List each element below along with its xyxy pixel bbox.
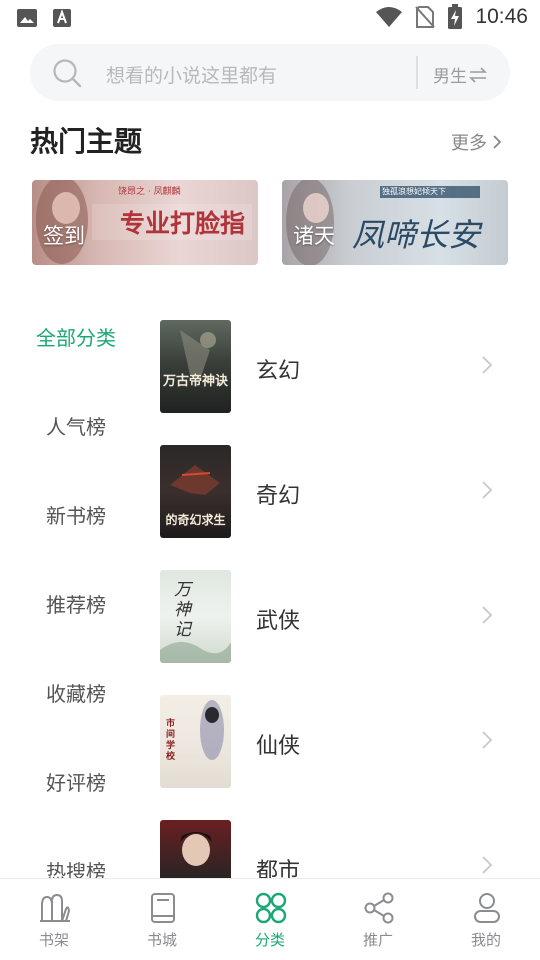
menu-item-top-rated[interactable]: 好评榜 bbox=[0, 767, 152, 796]
status-bar: 10:46 bbox=[0, 0, 540, 36]
tab-label: 分类 bbox=[254, 931, 285, 949]
book-cover: 万神记 bbox=[160, 570, 231, 663]
bookshelf-icon bbox=[40, 894, 70, 922]
category-label: 奇幻 bbox=[256, 484, 301, 509]
category-label: 仙侠 bbox=[256, 734, 301, 759]
section-title-hot-topics: 热门主题 bbox=[30, 125, 143, 158]
tab-category[interactable]: 分类 bbox=[216, 879, 324, 960]
search-icon bbox=[53, 59, 82, 88]
menu-item-favorites[interactable]: 收藏榜 bbox=[0, 678, 152, 707]
banner-label: 诸天 bbox=[293, 224, 335, 248]
category-row-xuanhuan[interactable]: 万古帝神诀 玄幻 bbox=[160, 320, 520, 414]
gender-toggle-label: 男生 bbox=[433, 67, 467, 87]
category-row-qihuan[interactable]: 的奇幻求生 奇幻 bbox=[160, 445, 520, 539]
image-icon bbox=[17, 9, 37, 27]
wifi-icon bbox=[376, 7, 403, 27]
more-button[interactable]: 更多 bbox=[451, 129, 501, 155]
font-download-icon bbox=[53, 9, 71, 27]
chevron-right-icon bbox=[493, 135, 501, 149]
book-cover: 市间学校 bbox=[160, 695, 231, 788]
no-sim-icon bbox=[415, 6, 436, 28]
cover-title: 万神记 bbox=[174, 580, 191, 640]
clock-time: 10:46 bbox=[475, 5, 528, 28]
chevron-right-icon bbox=[482, 856, 492, 874]
user-icon bbox=[474, 893, 500, 923]
search-divider bbox=[416, 56, 418, 89]
menu-item-recommended[interactable]: 推荐榜 bbox=[0, 589, 152, 618]
tab-promote[interactable]: 推广 bbox=[324, 879, 432, 960]
category-label: 武侠 bbox=[256, 609, 301, 634]
cover-title: 万古帝神诀 bbox=[162, 374, 228, 389]
banner-art-title: 凤啼长安 bbox=[352, 216, 481, 254]
tab-label: 书架 bbox=[38, 931, 69, 949]
category-grid-icon bbox=[255, 892, 287, 924]
banner-art-title: 专业打脸指 bbox=[120, 209, 246, 238]
menu-item-new-books[interactable]: 新书榜 bbox=[0, 500, 152, 529]
tab-mine[interactable]: 我的 bbox=[432, 879, 540, 960]
banner-label: 签到 bbox=[43, 224, 85, 248]
cover-title: 市间学校 bbox=[166, 719, 176, 762]
book-icon bbox=[151, 893, 175, 923]
book-cover: 的奇幻求生 bbox=[160, 445, 231, 538]
tab-label: 推广 bbox=[362, 931, 393, 949]
chevron-right-icon bbox=[482, 481, 492, 499]
cover-title: 的奇幻求生 bbox=[165, 513, 226, 527]
tab-bookstore[interactable]: 书城 bbox=[108, 879, 216, 960]
tab-bookshelf[interactable]: 书架 bbox=[0, 879, 108, 960]
category-row-xianxia[interactable]: 市间学校 仙侠 bbox=[160, 695, 520, 789]
banner-art-subtitle: 饶昂之 · 凤麒麟 bbox=[118, 187, 181, 197]
search-bar[interactable]: 想看的小说这里都有 男生 bbox=[30, 44, 510, 101]
menu-item-popular[interactable]: 人气榜 bbox=[0, 411, 152, 440]
menu-item-all-categories[interactable]: 全部分类 bbox=[0, 322, 152, 351]
chevron-right-icon bbox=[482, 731, 492, 749]
chevron-right-icon bbox=[482, 606, 492, 624]
bottom-tab-bar: 书架 书城 分类 推广 我的 bbox=[0, 878, 540, 960]
category-row-wuxia[interactable]: 万神记 武侠 bbox=[160, 570, 520, 664]
more-label: 更多 bbox=[451, 133, 487, 154]
share-icon bbox=[364, 892, 394, 924]
topic-banner-zhutian[interactable]: 独孤浪想妃倾天下 凤啼长安 诸天 bbox=[282, 180, 508, 265]
search-input[interactable]: 想看的小说这里都有 bbox=[106, 61, 277, 88]
category-label: 玄幻 bbox=[256, 359, 301, 384]
chevron-right-icon bbox=[482, 356, 492, 374]
swap-icon bbox=[469, 66, 487, 83]
book-cover: 万古帝神诀 bbox=[160, 320, 231, 413]
tab-label: 书城 bbox=[146, 931, 177, 949]
tab-label: 我的 bbox=[470, 931, 501, 949]
banner-art-subtitle: 独孤浪想妃倾天下 bbox=[382, 187, 446, 196]
topic-banner-signin[interactable]: 专业打脸指 饶昂之 · 凤麒麟 签到 bbox=[32, 180, 258, 265]
battery-charging-icon bbox=[448, 4, 463, 29]
gender-toggle-button[interactable]: 男生 bbox=[433, 62, 487, 87]
